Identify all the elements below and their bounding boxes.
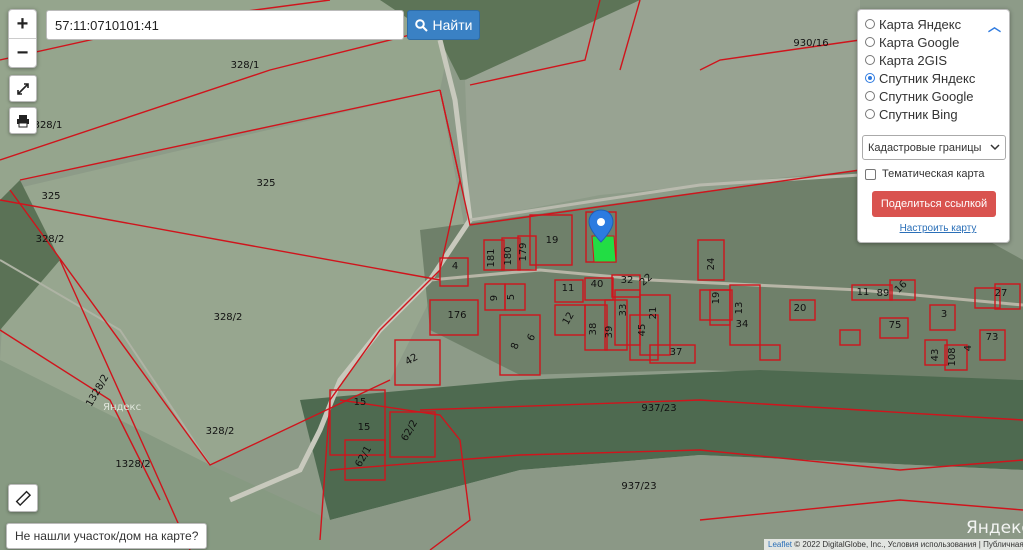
base-layer-option[interactable]: Карта 2GIS (865, 51, 1009, 69)
parcel-number-label: 27 (995, 288, 1008, 299)
parcel-number-label: 38 (588, 323, 599, 336)
parcel-number-label: 32 (621, 275, 634, 286)
printer-icon (17, 114, 29, 127)
parcel-number-label: 19 (546, 235, 559, 246)
share-link-button[interactable]: Поделиться ссылкой (872, 191, 996, 217)
search-icon (414, 18, 428, 32)
parcel-number-label: 89 (877, 288, 890, 299)
not-found-button[interactable]: Не нашли участок/дом на карте? (6, 523, 208, 549)
base-layer-radio[interactable] (865, 109, 875, 119)
parcel-number-label: 73 (986, 332, 999, 343)
parcel-number-label: 179 (518, 242, 529, 261)
measure-button[interactable] (8, 484, 38, 512)
overlay-select-value: Кадастровые границы (868, 141, 982, 154)
fullscreen-button[interactable] (9, 75, 37, 102)
print-button[interactable] (9, 107, 37, 134)
map-watermark: Яндекс (103, 402, 141, 413)
base-layer-option[interactable]: Карта Google (865, 33, 1009, 51)
parcel-number-label: 33 (618, 304, 629, 317)
parcel-number-label: 3 (941, 309, 947, 320)
parcel-number-label: 34 (736, 319, 749, 330)
parcel-number-label: 13 (734, 302, 745, 315)
thematic-map-label: Тематическая карта (882, 168, 985, 180)
base-layer-label: Карта Google (879, 34, 960, 50)
parcel-number-label: 325 (41, 191, 60, 202)
parcel-number-label: 328/2 (36, 234, 65, 245)
parcel-number-label: 39 (604, 326, 615, 339)
base-layer-radio[interactable] (865, 91, 875, 101)
parcel-number-label: 45 (637, 324, 648, 337)
parcel-number-label: 9 (489, 295, 500, 301)
base-layer-radio[interactable] (865, 73, 875, 83)
parcel-number-label: 930/16 (793, 38, 828, 49)
expand-icon (17, 82, 29, 95)
parcel-number-label: 328/2 (214, 312, 243, 323)
zoom-control: + − (8, 9, 37, 68)
parcel-number-label: 108 (947, 347, 958, 366)
parcel-number-label: 4 (963, 345, 974, 351)
parcel-number-label: 328/1 (231, 60, 260, 71)
layers-panel: ︿ Карта Яндекс Карта Google Карта 2GIS Спут… (857, 9, 1010, 243)
chevron-down-icon (990, 144, 1000, 151)
thematic-map-checkbox[interactable] (865, 168, 876, 180)
parcel-number-label: 325 (256, 178, 275, 189)
parcel-number-label: 11 (857, 287, 870, 298)
parcel-number-label: 180 (503, 246, 514, 265)
attribution-text: © 2022 DigitalGlobe, Inc., Условия испол… (794, 540, 1023, 549)
selected-parcel[interactable] (591, 235, 617, 263)
parcel-number-label: 40 (591, 279, 604, 290)
search-button-label: Найти (432, 17, 473, 33)
zoom-in-button[interactable]: + (9, 10, 36, 39)
parcel-number-label: 75 (889, 320, 902, 331)
base-layer-label: Спутник Bing (879, 106, 958, 122)
base-layer-label: Спутник Яндекс (879, 70, 976, 86)
configure-map-link[interactable]: Настроить карту (865, 223, 1011, 234)
base-layer-option[interactable]: Спутник Google (865, 87, 1009, 105)
parcel-number-label: 5 (506, 294, 517, 300)
thematic-map-toggle[interactable]: Тематическая карта (865, 168, 1009, 180)
parcel-number-label: 15 (358, 422, 371, 433)
base-layer-label: Карта Яндекс (879, 16, 962, 32)
base-layer-option[interactable]: Спутник Яндекс (865, 69, 1009, 87)
parcel-number-label: 937/23 (621, 481, 656, 492)
zoom-out-button[interactable]: − (9, 39, 36, 67)
parcel-number-label: 37 (670, 347, 683, 358)
parcel-number-label: 1328/2 (115, 459, 150, 470)
base-layer-radio[interactable] (865, 37, 875, 47)
base-layer-radio[interactable] (865, 19, 875, 29)
parcel-number-label: 24 (706, 258, 717, 271)
base-layer-option[interactable]: Спутник Bing (865, 105, 1009, 123)
parcel-number-label: 20 (794, 303, 807, 314)
base-layer-label: Спутник Google (879, 88, 974, 104)
leaflet-link[interactable]: Leaflet (768, 540, 792, 549)
parcel-number-label: 176 (447, 310, 466, 321)
ruler-icon (15, 490, 31, 506)
parcel-number-label: 43 (930, 349, 941, 362)
parcel-number-label: 19 (711, 292, 722, 305)
search-input[interactable] (46, 10, 404, 40)
overlay-select[interactable]: Кадастровые границы (862, 135, 1006, 160)
parcel-number-label: 328/1 (34, 120, 63, 131)
chevron-up-icon[interactable]: ︿ (988, 16, 1001, 35)
parcel-number-label: 937/23 (641, 403, 676, 414)
parcel-number-label: 181 (486, 248, 497, 267)
base-layer-radio[interactable] (865, 55, 875, 65)
parcel-number-label: 21 (648, 307, 659, 320)
parcel-number-label: 4 (452, 261, 458, 272)
base-layer-label: Карта 2GIS (879, 52, 948, 68)
parcel-number-label: 11 (562, 283, 575, 294)
parcel-number-label: 328/2 (206, 426, 235, 437)
search-button[interactable]: Найти (407, 10, 480, 40)
yandex-logo: Яндекс (966, 518, 1023, 538)
map-attribution: Leaflet © 2022 DigitalGlobe, Inc., Услов… (764, 539, 1023, 550)
parcel-number-label: 15 (354, 397, 367, 408)
